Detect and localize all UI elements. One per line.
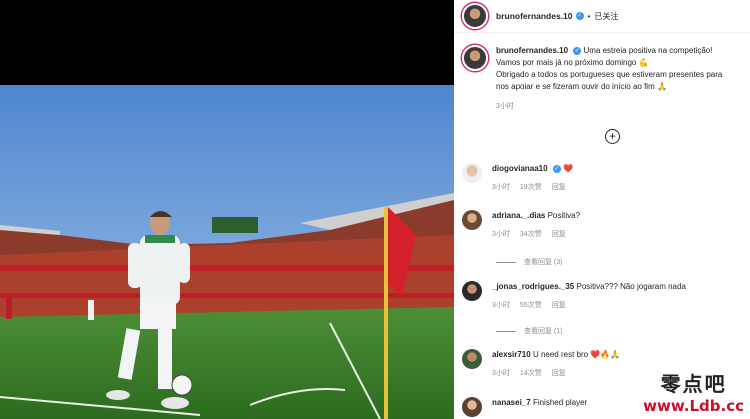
post-photo: [0, 85, 454, 419]
view-replies-label[interactable]: 查看回复 (3): [524, 257, 563, 267]
caption-username[interactable]: brunofernandes.10: [496, 46, 568, 55]
post-side-panel: brunofernandes.10 ✓ • 已关注 brunofernandes…: [454, 0, 750, 419]
comment-text: U need rest bro ❤️🔥🙏: [532, 350, 621, 359]
comment-item: diogovianaa10 ✓ ❤️ 3小时 19次赞 回复: [462, 163, 742, 192]
comment-item: _jonas_rodrigues._35 Positiva??? Não jog…: [462, 281, 742, 310]
comment-meta: 3小时 34次赞 回复: [492, 229, 580, 239]
comment-time[interactable]: 3小时: [492, 182, 510, 192]
caption-line-3: Obrigado a todos os portugueses que esti…: [496, 70, 723, 79]
comment-text: ❤️: [563, 164, 574, 173]
post-media[interactable]: [0, 0, 454, 419]
comment-meta: 3小时 19次赞 回复: [492, 182, 573, 192]
caption-line-4: nos apoiar e se fizeram ouvir do início …: [496, 82, 667, 91]
comment-reply-button[interactable]: 回复: [552, 300, 566, 310]
comment-likes[interactable]: 55次赞: [520, 300, 542, 310]
watermark-cn: 零点吧: [660, 372, 727, 396]
comment-time[interactable]: 3小时: [492, 368, 510, 378]
comment-time[interactable]: 3小时: [492, 229, 510, 239]
comment-body: diogovianaa10 ✓ ❤️ 3小时 19次赞 回复: [492, 163, 573, 192]
comment-likes[interactable]: 19次赞: [520, 182, 542, 192]
comment-avatar[interactable]: [462, 210, 482, 230]
comment-text: Finished player: [532, 398, 588, 407]
follow-status-button[interactable]: 已关注: [594, 11, 618, 22]
author-username[interactable]: brunofernandes.10: [496, 11, 573, 21]
comment-text: Positiva?: [547, 211, 581, 220]
comment-body: nanasei_7 Finished player: [492, 397, 587, 417]
view-replies-button[interactable]: 查看回复 (3): [496, 257, 563, 267]
comment-username[interactable]: alexsir710: [492, 350, 531, 359]
comment-text: Positiva??? Não jogaram nada: [576, 282, 686, 291]
verified-icon: ✓: [575, 12, 584, 20]
replies-line: [496, 261, 516, 263]
comment-reply-button[interactable]: 回复: [552, 229, 566, 239]
post-header: brunofernandes.10 ✓ • 已关注: [454, 0, 750, 33]
replies-line: [496, 330, 516, 332]
comment-meta: 3小时 14次赞 回复: [492, 368, 620, 378]
comment-body: _jonas_rodrigues._35 Positiva??? Não jog…: [492, 281, 686, 310]
view-replies-label[interactable]: 查看回复 (1): [524, 326, 563, 336]
comment-meta: 3小时 55次赞 回复: [492, 300, 686, 310]
comment-likes[interactable]: 34次赞: [520, 229, 542, 239]
comment-avatar[interactable]: [462, 281, 482, 301]
author-avatar[interactable]: [462, 3, 488, 29]
comment-body: adriana._.dias Positiva? 3小时 34次赞 回复: [492, 210, 580, 239]
watermark-url: www.Ldb.cc: [643, 397, 744, 415]
comment-avatar[interactable]: [462, 349, 482, 369]
comment-username[interactable]: _jonas_rodrigues._35: [492, 282, 574, 291]
separator-dot: •: [587, 11, 591, 21]
comment-time[interactable]: 3小时: [492, 300, 510, 310]
comment-username[interactable]: nanasei_7: [492, 398, 531, 407]
caption-author-avatar[interactable]: [462, 45, 488, 71]
comment-avatar[interactable]: [462, 397, 482, 417]
caption-time[interactable]: 3小时: [496, 101, 742, 113]
comment-username[interactable]: adriana._.dias: [492, 211, 545, 220]
comment-reply-button[interactable]: 回复: [552, 368, 566, 378]
post-caption: brunofernandes.10 ✓ Uma estreia positiva…: [454, 33, 750, 113]
load-more-comments-icon[interactable]: +: [605, 129, 620, 144]
comment-avatar[interactable]: [462, 163, 482, 183]
site-watermark: 零点吧 www.Ldb.cc: [643, 368, 744, 415]
comment-item: adriana._.dias Positiva? 3小时 34次赞 回复: [462, 210, 742, 239]
comment-username[interactable]: diogovianaa10: [492, 164, 548, 173]
verified-icon: ✓: [573, 46, 582, 55]
verified-icon: ✓: [552, 164, 561, 173]
view-replies-button[interactable]: 查看回复 (1): [496, 326, 563, 336]
caption-line-2: Vamos por mais já no próximo domingo 💪: [496, 58, 649, 67]
comment-likes[interactable]: 14次赞: [520, 368, 542, 378]
caption-line-1: Uma estreia positiva na competição!: [583, 46, 713, 55]
comment-body: alexsir710 U need rest bro ❤️🔥🙏 3小时 14次赞…: [492, 349, 620, 378]
stadium-photo: [0, 85, 454, 419]
comment-reply-button[interactable]: 回复: [552, 182, 566, 192]
caption-body: brunofernandes.10 ✓ Uma estreia positiva…: [496, 45, 742, 113]
